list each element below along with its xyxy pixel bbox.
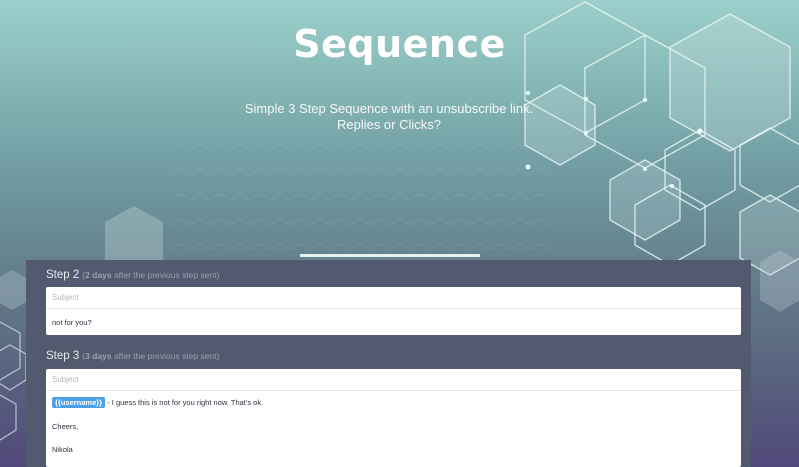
subtitle-line-2: Replies or Clicks? xyxy=(336,117,442,132)
step-delay-value: 2 days xyxy=(85,270,112,280)
email-body-line: {{username}} - I guess this is not for y… xyxy=(46,391,741,408)
step-label: Step 3 xyxy=(46,350,80,362)
step-2-title: Step 2 (2 days after the previous step se… xyxy=(46,269,220,281)
honeycomb-mesh xyxy=(169,143,551,251)
step-label: Step 2 xyxy=(46,269,80,281)
step-3-email-card: Subject {{username}} - I guess this is n… xyxy=(46,369,741,467)
step-3-title: Step 3 (3 days after the previous step se… xyxy=(46,350,220,362)
subtitle-line-1: Simple 3 Step Sequence with an unsubscri… xyxy=(244,101,534,116)
hexagon-left-outlines xyxy=(0,321,27,441)
email-body-text: - I guess this is not for you right now.… xyxy=(107,398,264,407)
email-body-editor[interactable]: not for you? xyxy=(46,309,741,327)
email-body-editor[interactable]: {{username}} - I guess this is not for y… xyxy=(46,391,741,454)
subject-input[interactable]: Subject xyxy=(46,369,741,391)
page-title: Sequence xyxy=(293,22,506,66)
step-delay-text: after the previous step sent xyxy=(113,351,217,361)
step-delay-value: 3 days xyxy=(85,351,112,361)
step-delay-text: after the previous step sent xyxy=(113,270,217,280)
hexagon-right-lower xyxy=(760,250,799,312)
email-body-text: not for you? xyxy=(52,318,92,327)
email-body-line: Cheers, xyxy=(52,422,79,431)
sequence-steps-panel: Step 2 (2 days after the previous step se… xyxy=(26,260,751,467)
subject-input[interactable]: Subject xyxy=(46,287,741,309)
step-2-email-card: Subject not for you? xyxy=(46,287,741,335)
page-subtitle: Simple 3 Step Sequence with an unsubscri… xyxy=(230,101,548,133)
email-body-line: Nikola xyxy=(52,445,73,454)
progress-bar xyxy=(300,254,480,257)
username-merge-tag[interactable]: {{username}} xyxy=(52,397,106,408)
